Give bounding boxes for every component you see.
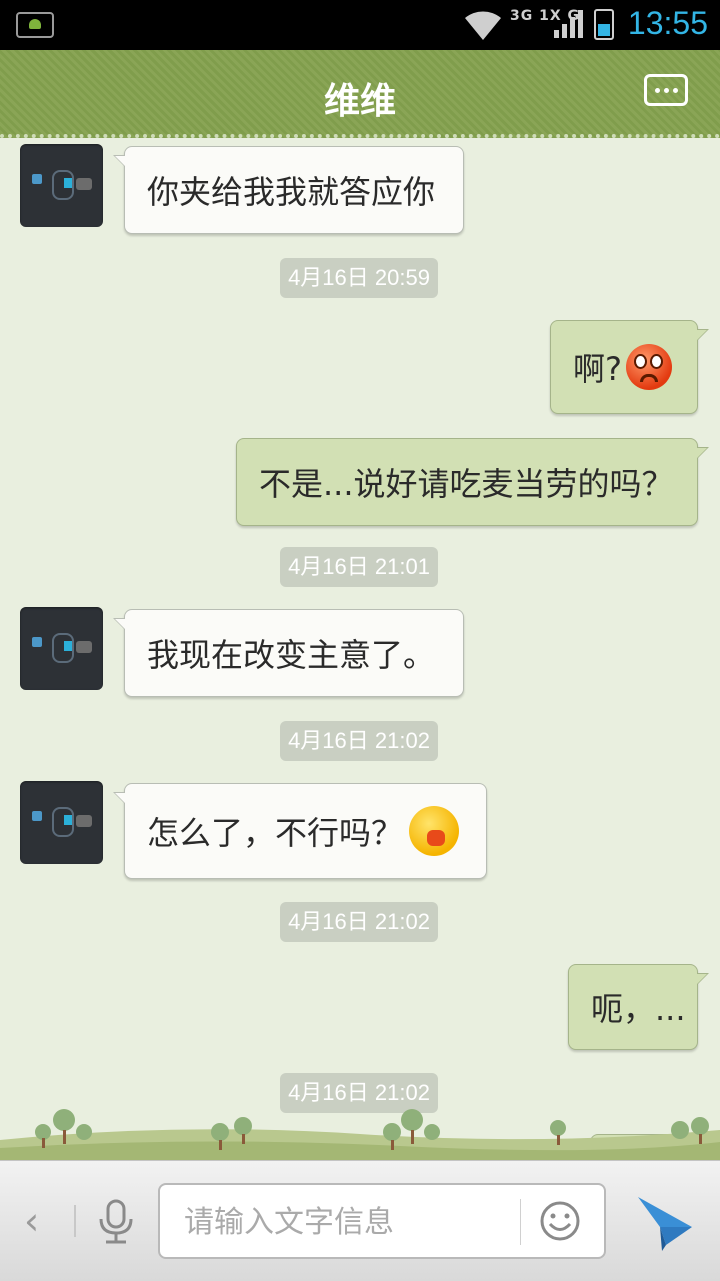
- message-text: 我现在改变主意了。: [147, 636, 436, 674]
- status-clock: 13:55: [627, 5, 708, 41]
- message-text: 你夹给我我就答应你: [147, 173, 436, 211]
- scenery-decoration: [0, 1109, 720, 1160]
- message-input-bar: ‹: [0, 1160, 720, 1281]
- message-bubble-received[interactable]: 我现在改变主意了。: [113, 609, 464, 697]
- dot: [673, 88, 678, 93]
- status-bar: 3G 1X G 13:55: [0, 0, 720, 50]
- message-text: 啊?: [573, 350, 622, 388]
- contact-avatar[interactable]: [20, 607, 103, 690]
- message-timestamp: 4月16日 21:01: [280, 547, 438, 587]
- more-options-button[interactable]: [644, 74, 688, 106]
- emoji-smiley-icon[interactable]: [538, 1199, 582, 1243]
- contact-avatar[interactable]: [20, 781, 103, 864]
- message-timestamp: 4月16日 21:02: [280, 902, 438, 942]
- chevron-left-icon[interactable]: ‹: [24, 1199, 39, 1243]
- shy-face-emoji: [409, 806, 460, 856]
- divider: [520, 1199, 521, 1245]
- contact-avatar[interactable]: [20, 144, 103, 227]
- angry-face-emoji: [626, 344, 672, 390]
- contact-name: 维维: [323, 81, 396, 122]
- message-bubble-received[interactable]: 你夹给我我就答应你: [113, 146, 464, 234]
- message-bubble-sent[interactable]: 啊?: [550, 320, 709, 414]
- battery-icon: [594, 9, 614, 40]
- dot: [655, 88, 660, 93]
- message-bubble-sent[interactable]: 呃，...: [568, 964, 709, 1050]
- chat-header: 维维: [0, 50, 720, 138]
- message-bubble-received[interactable]: 怎么了，不行吗？: [113, 783, 487, 879]
- message-bubble-sent[interactable]: 不是...说好请吃麦当劳的吗？: [236, 438, 709, 526]
- wifi-icon: [465, 11, 501, 40]
- signal-strength-icon: [554, 10, 583, 38]
- message-timestamp: 4月16日 21:02: [280, 721, 438, 761]
- chat-message-list[interactable]: 你夹给我我就答应你 4月16日 20:59 啊? 不是...说好请吃麦当劳的吗？…: [0, 138, 720, 1158]
- message-input-field: [158, 1183, 606, 1259]
- message-text: 不是...说好请吃麦当劳的吗？: [259, 465, 674, 503]
- divider: [74, 1205, 76, 1237]
- message-input[interactable]: [182, 1199, 506, 1245]
- message-text: 怎么了，不行吗？: [147, 814, 404, 852]
- microphone-icon[interactable]: [96, 1199, 136, 1245]
- message-text: 呃，...: [591, 990, 686, 1028]
- android-debug-icon: [16, 12, 54, 38]
- send-icon[interactable]: [632, 1193, 696, 1253]
- dot: [664, 88, 669, 93]
- message-timestamp: 4月16日 20:59: [280, 258, 438, 298]
